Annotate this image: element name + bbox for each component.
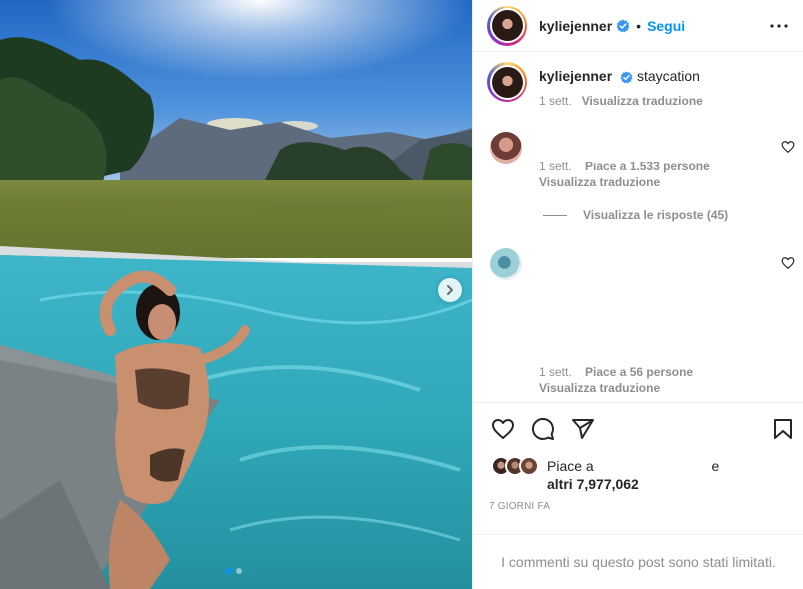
verified-badge-icon: [616, 19, 630, 33]
bookmark-icon[interactable]: [771, 417, 795, 441]
comment-meta: 1 sett. Piace a 56 persone: [539, 365, 693, 379]
instagram-post-modal: kyliejenner • Segui kyliejenner staycati…: [0, 0, 803, 589]
carousel-dot: [236, 568, 242, 574]
post-header: kyliejenner • Segui: [473, 0, 803, 52]
post-caption: kyliejenner staycation 1 sett. Visualizza…: [487, 62, 703, 108]
chevron-right-icon: [447, 285, 453, 295]
liked-by-avatars[interactable]: [491, 456, 547, 476]
carousel-dot-active: [226, 568, 232, 574]
verified-badge-icon: [620, 71, 633, 84]
replies-dash: [543, 214, 567, 216]
view-replies-label: Visualizza le risposte (45): [583, 208, 729, 222]
caption-text: kyliejenner staycation: [539, 68, 703, 84]
carousel-next-button[interactable]: [438, 278, 462, 302]
comment-meta: 1 sett. Piace a 1.533 persone: [539, 162, 710, 173]
comment-translate-link[interactable]: Visualizza traduzione: [539, 381, 660, 395]
comment-translate: Visualizza traduzione: [539, 381, 660, 395]
comment-like-heart-icon[interactable]: [781, 256, 795, 270]
comment-likes[interactable]: Piace a 56 persone: [585, 365, 693, 379]
likes-count[interactable]: altri 7,977,062: [547, 476, 639, 492]
view-replies-button[interactable]: Visualizza le risposte (45): [543, 208, 728, 222]
more-options-icon: [770, 23, 788, 28]
comment-icon[interactable]: [531, 417, 555, 441]
comment-time[interactable]: 1 sett.: [539, 365, 572, 379]
carousel-indicator: [226, 568, 242, 574]
comment-avatar[interactable]: [490, 248, 522, 280]
more-options-button[interactable]: [767, 14, 791, 38]
comment-likes[interactable]: Piace a 1.533 persone: [585, 162, 710, 173]
pool-photo-image: [0, 0, 472, 589]
post-date[interactable]: 7 GIORNI FA: [489, 501, 550, 512]
author-avatar[interactable]: [487, 5, 527, 46]
comment-like-heart-icon[interactable]: [781, 140, 795, 154]
likes-prefix: Piace a: [547, 458, 594, 474]
caption-time[interactable]: 1 sett.: [539, 94, 572, 108]
post-actions-bar: [473, 402, 803, 454]
post-side-panel: kyliejenner • Segui kyliejenner staycati…: [472, 0, 803, 589]
caption-author-avatar[interactable]: [487, 62, 527, 102]
caption-username[interactable]: kyliejenner: [539, 68, 612, 84]
comments-limited-notice: I commenti su questo post sono stati lim…: [473, 534, 803, 589]
comment-translate-link[interactable]: Visualizza traduzione: [539, 175, 660, 189]
post-photo[interactable]: [0, 0, 472, 589]
share-icon[interactable]: [571, 417, 595, 441]
comment-time[interactable]: 1 sett.: [539, 162, 572, 173]
comment-avatar[interactable]: [490, 132, 522, 164]
comment-translate: Visualizza traduzione: [539, 175, 660, 189]
follow-button[interactable]: Segui: [647, 18, 685, 34]
heart-icon[interactable]: [491, 417, 515, 441]
likes-conjunction: e: [711, 458, 720, 474]
author-username[interactable]: kyliejenner: [539, 18, 612, 34]
likes-line-1: Piace a e: [547, 458, 719, 474]
caption-body: staycation: [636, 68, 700, 84]
header-separator: •: [636, 17, 642, 34]
caption-translate-link[interactable]: Visualizza traduzione: [582, 94, 703, 108]
